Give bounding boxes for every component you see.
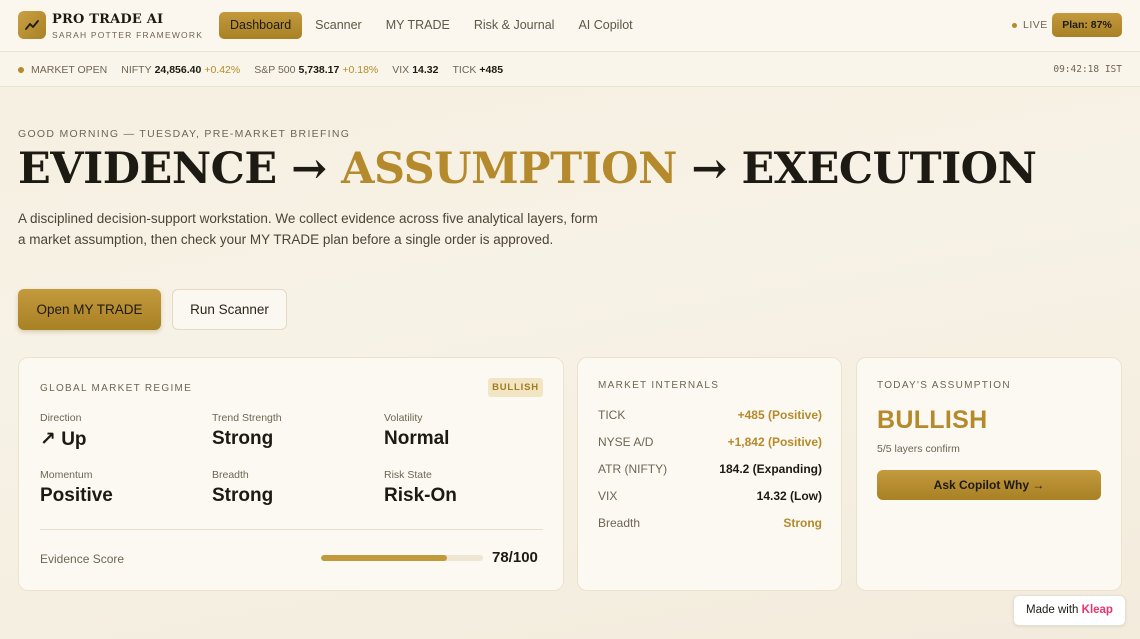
nav-my-trade[interactable]: MY TRADE (375, 12, 461, 39)
run-scanner-button[interactable]: Run Scanner (172, 289, 287, 330)
metric-risk-state: Risk State Risk-On (384, 469, 457, 507)
internals-value: +485 (Positive) (737, 408, 822, 422)
market-internals-card: MARKET INTERNALS TICK +485 (Positive) NY… (577, 357, 842, 591)
metric-direction: Direction ↗ Up (40, 412, 87, 451)
ticker-change: +0.18% (342, 64, 379, 76)
card-title: GLOBAL MARKET REGIME (40, 383, 193, 394)
nav-dashboard[interactable]: Dashboard (219, 12, 303, 39)
market-status: MARKET OPEN (31, 64, 108, 76)
divider (40, 529, 543, 530)
live-label: LIVE (1023, 19, 1048, 31)
metric-trend-strength: Trend Strength Strong (212, 412, 282, 450)
card-title: MARKET INTERNALS (598, 380, 720, 391)
ticker-item: NIFTY 24,856.40 +0.42% (121, 64, 240, 76)
open-my-trade-button[interactable]: Open MY TRADE (18, 289, 161, 330)
internals-name: ATR (NIFTY) (598, 462, 668, 476)
nav-scanner[interactable]: Scanner (304, 12, 373, 39)
evidence-progress-bar (321, 555, 483, 561)
greeting: GOOD MORNING — TUESDAY, PRE-MARKET BRIEF… (18, 128, 351, 140)
evidence-score-label: Evidence Score (40, 552, 125, 566)
ticker-name: VIX (392, 64, 410, 76)
ticker-name: TICK (452, 64, 477, 76)
made-with-badge[interactable]: Made with Kleap (1013, 595, 1126, 626)
metric-label: Risk State (384, 469, 432, 481)
metric-value: Strong (212, 428, 274, 449)
metric-value: Positive (40, 485, 113, 506)
ticker-name: NIFTY (121, 64, 152, 76)
internals-name: VIX (598, 489, 618, 503)
ticker-value: 5,738.17 (298, 64, 340, 76)
headline-arrow: → (276, 144, 342, 194)
ticker-change: +0.42% (204, 64, 241, 76)
market-status-dot-icon (18, 67, 24, 73)
global-market-regime-card: GLOBAL MARKET REGIME BULLISH Direction ↗… (18, 357, 564, 591)
ticker-item: VIX 14.32 (392, 64, 438, 76)
internals-value: +1,842 (Positive) (727, 435, 822, 449)
metric-momentum: Momentum Positive (40, 469, 113, 507)
made-with-brand: Kleap (1081, 604, 1113, 616)
nav-risk-journal[interactable]: Risk & Journal (463, 12, 566, 39)
page-headline: EVIDENCE → ASSUMPTION → EXECUTION (18, 144, 1037, 194)
main-nav: Dashboard Scanner MY TRADE Risk & Journa… (219, 12, 646, 39)
live-indicator: LIVE (1012, 19, 1048, 31)
ask-copilot-button[interactable]: Ask Copilot Why → (877, 470, 1101, 500)
headline-execution: EXECUTION (741, 144, 1037, 194)
metric-value: Risk-On (384, 485, 457, 506)
metric-label: Momentum (40, 469, 93, 481)
market-clock: 09:42:18 IST (1053, 64, 1122, 75)
metric-value: Strong (212, 485, 274, 506)
ticker-name: S&P 500 (254, 64, 296, 76)
intro-text: A disciplined decision-support workstati… (18, 211, 598, 247)
metric-breadth: Breadth Strong (212, 469, 273, 507)
internals-value: 14.32 (Low) (756, 489, 822, 503)
headline-arrow: → (676, 144, 742, 194)
ticker-item: TICK +485 (452, 64, 503, 76)
todays-assumption-card: TODAY'S ASSUMPTION BULLISH 5/5 layers co… (856, 357, 1122, 591)
brand-title: PRO TRADE AI (52, 12, 164, 27)
ticker-value: +485 (479, 64, 504, 76)
live-dot-icon (1012, 22, 1017, 28)
logo[interactable] (18, 11, 46, 39)
card-title: TODAY'S ASSUMPTION (877, 380, 1011, 391)
assumption-subtext: 5/5 layers confirm (877, 443, 960, 455)
ticker-item: S&P 500 5,738.17 +0.18% (254, 64, 378, 76)
ticker-value: 24,856.40 (154, 64, 202, 76)
internals-name: Breadth (598, 516, 641, 530)
metric-label: Direction (40, 412, 82, 424)
evidence-progress-fill (321, 555, 448, 561)
evidence-score-value: 78/100 (492, 549, 538, 566)
internals-value: Strong (783, 516, 822, 530)
made-with-label: Made with (1026, 604, 1079, 616)
headline-assumption: ASSUMPTION (341, 144, 677, 194)
brand-subtitle: SARAH POTTER FRAMEWORK (52, 30, 204, 40)
internals-value: 184.2 (Expanding) (719, 462, 822, 476)
ticker-value: 14.32 (412, 64, 439, 76)
metric-label: Breadth (212, 469, 249, 481)
nav-ai-copilot[interactable]: AI Copilot (567, 12, 643, 39)
plan-badge[interactable]: Plan: 87% (1052, 13, 1122, 37)
metric-value: ↗ Up (40, 429, 87, 450)
trend-up-icon (25, 20, 39, 30)
metric-value: Normal (384, 428, 450, 449)
top-navigation: PRO TRADE AI SARAH POTTER FRAMEWORK Dash… (0, 0, 1140, 52)
assumption-value: BULLISH (877, 406, 988, 434)
status-badge: BULLISH (488, 378, 543, 397)
metric-volatility: Volatility Normal (384, 412, 449, 450)
metric-label: Trend Strength (212, 412, 282, 424)
metric-label: Volatility (384, 412, 423, 424)
headline-evidence: EVIDENCE (18, 144, 277, 194)
internals-name: NYSE A/D (598, 435, 654, 449)
internals-name: TICK (598, 408, 626, 422)
market-ticker: MARKET OPEN NIFTY 24,856.40 +0.42% S&P 500… (0, 52, 1140, 87)
